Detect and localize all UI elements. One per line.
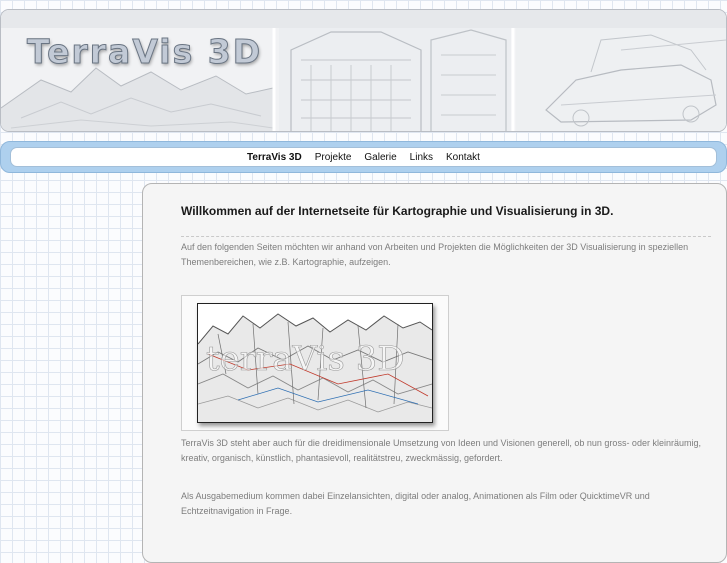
nav-link-kontakt[interactable]: Kontakt [446,152,480,163]
page-title: Willkommen auf der Internetseite für Kar… [181,204,614,218]
terrain-image-frame: terraVis 3D [181,295,449,431]
nav-link-terravis-3d[interactable]: TerraVis 3D [247,152,302,163]
output-medium-paragraph: Als Ausgabemedium kommen dabei Einzelans… [181,491,650,516]
intro-paragraph: Auf den folgenden Seiten möchten wir anh… [181,242,689,267]
terrain-watermark: terraVis 3D [206,339,405,379]
nav-link-galerie[interactable]: Galerie [364,152,396,163]
terrain-relief-graphic: terraVis 3D [198,304,432,422]
nav-link-projekte[interactable]: Projekte [315,152,352,163]
nav-link-links[interactable]: Links [410,152,433,163]
main-navigation: TerraVis 3D Projekte Galerie Links Konta… [0,141,727,173]
site-logo[interactable]: TerraVis 3D [26,32,262,72]
terrain-render-image: terraVis 3D [197,303,433,423]
content-panel: Willkommen auf der Internetseite für Kar… [142,183,727,563]
dashed-divider [181,236,711,237]
nav-links-container: TerraVis 3D Projekte Galerie Links Konta… [10,147,717,167]
header-banner: TerraVis 3D [0,9,727,132]
description-paragraph: TerraVis 3D steht aber auch für die drei… [181,438,701,463]
